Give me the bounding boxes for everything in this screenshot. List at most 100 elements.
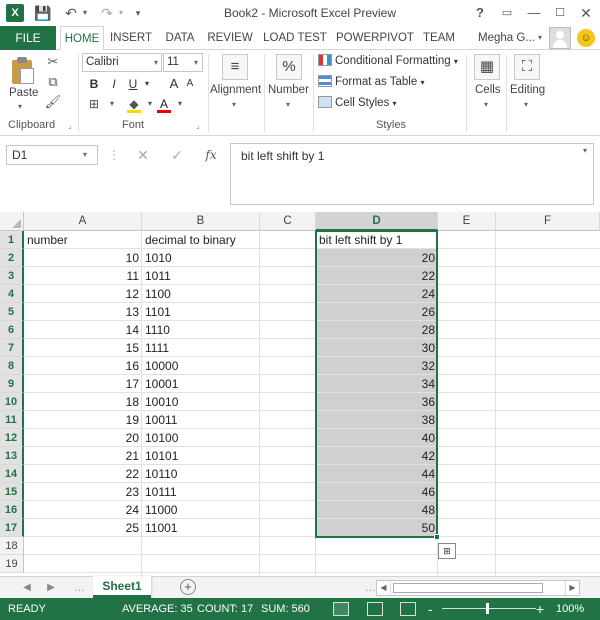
format-painter-icon[interactable]: 🖌 [44,94,62,110]
cell-b10[interactable]: 10010 [142,393,260,411]
cell-a4[interactable]: 12 [24,285,142,303]
maximize-button[interactable]: ☐ [550,3,570,23]
cell-b9[interactable]: 10001 [142,375,260,393]
zoom-slider-handle[interactable] [486,603,489,614]
number-format-icon[interactable]: % [276,54,302,80]
column-header-d[interactable]: D [316,212,438,231]
alignment-button[interactable]: Alignment [210,84,261,96]
underline-dropdown-icon[interactable]: ▾ [139,75,155,93]
editing-button[interactable]: Editing [510,84,545,96]
column-header-e[interactable]: E [438,212,496,231]
avatar[interactable] [549,27,571,49]
tab-insert[interactable]: INSERT [108,26,154,50]
scroll-left-icon[interactable]: ◀ [377,581,391,595]
tab-team[interactable]: TEAM [418,26,460,50]
row-header-2[interactable]: 2 [0,249,24,267]
row-header-15[interactable]: 15 [0,483,24,501]
enter-entry-icon[interactable]: ✓ [168,145,186,165]
cancel-entry-icon[interactable]: ✕ [134,145,152,165]
normal-view-icon[interactable] [333,602,349,616]
row-header-13[interactable]: 13 [0,447,24,465]
column-header-c[interactable]: C [260,212,316,231]
cell-b5[interactable]: 1101 [142,303,260,321]
cell-b13[interactable]: 10101 [142,447,260,465]
zoom-level[interactable]: 100% [556,598,584,620]
user-dropdown-icon[interactable]: ▾ [538,26,542,50]
cell-b3[interactable]: 1011 [142,267,260,285]
tab-powerpivot[interactable]: POWERPIVOT [336,26,414,50]
font-launcher-icon[interactable]: ⌟ [196,121,200,130]
horizontal-scrollbar[interactable]: ◀ ▶ [376,580,580,596]
row-header-19[interactable]: 19 [0,555,24,573]
conditional-formatting-button[interactable]: Conditional Formatting ▾ [318,52,458,70]
cell-b1[interactable]: decimal to binary [142,231,260,249]
cells-button[interactable]: Cells [475,84,501,96]
bold-button[interactable]: B [86,75,102,93]
cell-a15[interactable]: 23 [24,483,142,501]
borders-icon[interactable]: ⊞ [84,95,104,113]
row-header-16[interactable]: 16 [0,501,24,519]
ribbon-display-button[interactable]: ▭ [497,3,517,23]
undo-dropdown-icon[interactable]: ▾ [80,4,90,22]
sheet-prev-icon[interactable]: ◀ [20,580,34,596]
alignment-icon[interactable]: ≡ [222,54,248,80]
cell-a3[interactable]: 11 [24,267,142,285]
cells-icon[interactable]: ▦ [474,54,500,80]
close-button[interactable]: ✕ [576,3,596,23]
row-header-7[interactable]: 7 [0,339,24,357]
row-header-18[interactable]: 18 [0,537,24,555]
borders-dropdown-icon[interactable]: ▾ [102,95,122,113]
cell-a5[interactable]: 13 [24,303,142,321]
cell-a8[interactable]: 16 [24,357,142,375]
scroll-thumb[interactable] [393,583,543,593]
copy-icon[interactable]: ⧉ [44,74,62,90]
row-header-1[interactable]: 1 [0,231,24,249]
select-all-corner[interactable] [0,212,24,231]
clipboard-launcher-icon[interactable]: ⌟ [68,121,72,130]
cell-b4[interactable]: 1100 [142,285,260,303]
tab-file[interactable]: FILE [0,26,56,50]
cell-a17[interactable]: 25 [24,519,142,537]
sheet-tab-sheet1[interactable]: Sheet1 [93,576,151,598]
tab-review[interactable]: REVIEW [206,26,254,50]
formula-bar-grip-icon[interactable]: ⋮ [108,145,120,165]
cell-a9[interactable]: 17 [24,375,142,393]
tab-data[interactable]: DATA [160,26,200,50]
page-layout-view-icon[interactable] [367,602,383,616]
font-color-dropdown-icon[interactable]: ▾ [170,95,190,113]
row-header-10[interactable]: 10 [0,393,24,411]
cell-b16[interactable]: 11000 [142,501,260,519]
alignment-dropdown-icon[interactable]: ▾ [232,100,236,109]
row-header-14[interactable]: 14 [0,465,24,483]
spreadsheet-grid[interactable]: A B C D E F 1 2 3 4 5 6 7 8 9 10 11 12 13 14 15 16 17 18 19 numbe… [0,212,600,576]
tab-load-test[interactable]: LOAD TEST [262,26,328,50]
sheet-next-icon[interactable]: ▶ [44,580,58,596]
cell-b2[interactable]: 1010 [142,249,260,267]
fill-handle[interactable] [434,534,440,540]
feedback-smiley-icon[interactable]: ☺ [577,29,595,47]
row-header-17[interactable]: 17 [0,519,24,537]
cell-b6[interactable]: 1110 [142,321,260,339]
row-header-5[interactable]: 5 [0,303,24,321]
editing-dropdown-icon[interactable]: ▾ [524,100,528,109]
cell-a13[interactable]: 21 [24,447,142,465]
font-size-dropdown-icon[interactable]: ▾ [190,53,202,72]
quick-analysis-icon[interactable]: ⊞ [438,543,456,559]
cell-a10[interactable]: 18 [24,393,142,411]
cell-a11[interactable]: 19 [24,411,142,429]
insert-function-button[interactable]: fx [202,145,220,165]
name-box-dropdown-icon[interactable]: ▾ [78,145,92,165]
row-header-3[interactable]: 3 [0,267,24,285]
italic-button[interactable]: I [106,75,122,93]
row-header-12[interactable]: 12 [0,429,24,447]
zoom-in-button[interactable]: + [536,598,544,620]
column-header-f[interactable]: F [496,212,600,231]
cell-a14[interactable]: 22 [24,465,142,483]
cells-dropdown-icon[interactable]: ▾ [484,100,488,109]
help-button[interactable]: ? [470,3,490,23]
cell-a12[interactable]: 20 [24,429,142,447]
formula-input[interactable]: bit left shift by 1 [230,143,594,205]
format-as-table-button[interactable]: Format as Table ▾ [318,73,424,91]
cell-a6[interactable]: 14 [24,321,142,339]
paste-button[interactable]: Paste [9,87,38,99]
